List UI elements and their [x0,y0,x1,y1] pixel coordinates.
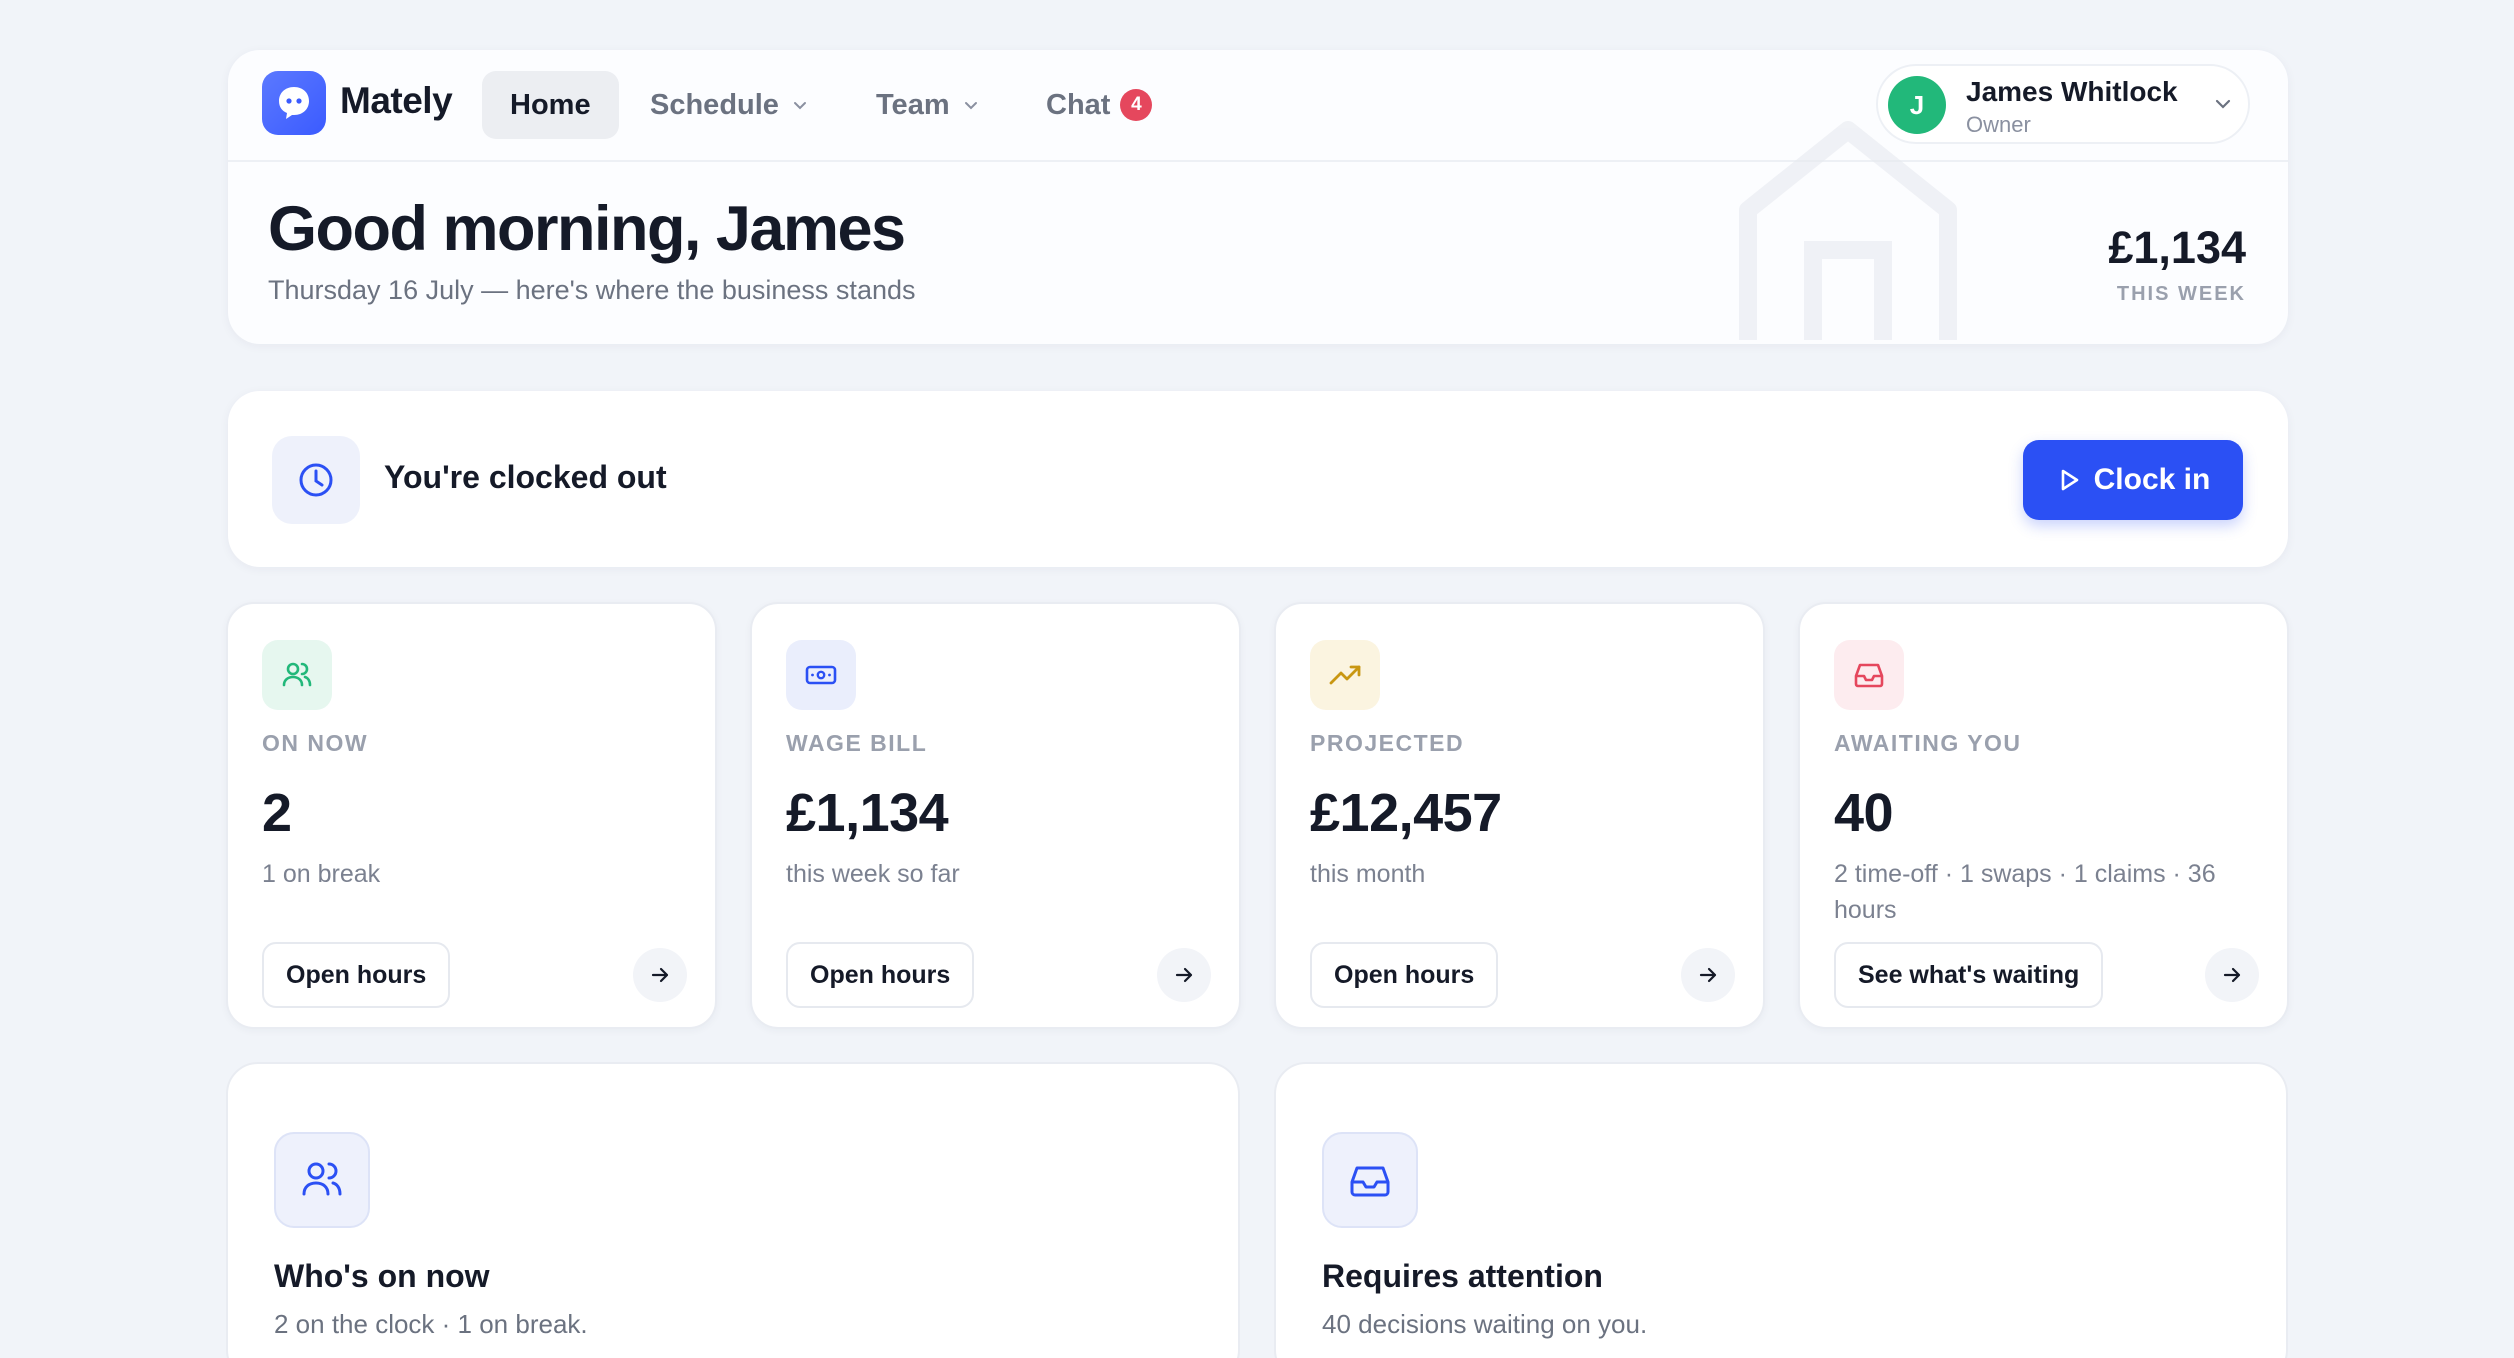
chevron-down-icon [964,102,977,110]
clock-in-button[interactable]: Clock in [2023,440,2243,520]
clock-in-label: Clock in [2093,463,2211,496]
open-hours-button[interactable]: Open hours [786,942,975,1008]
stat-card-wage-bill: WAGE BILL £1,134 this week so far Open h… [750,602,1241,1029]
nav-home-label: Home [510,88,591,121]
users-icon [262,640,332,710]
chevron-down-icon [793,102,806,110]
header-card: Mately Home Schedule Team Chat 4 J James… [228,50,2288,344]
stat-label: PROJECTED [1310,730,1465,756]
chevron-down-icon [2215,99,2231,109]
stat-card-on-now: ON NOW 2 1 on break Open hours [226,602,717,1029]
stat-subtext: this week so far [786,860,960,888]
panel-title: Who's on now [274,1258,490,1294]
nav-chat-label: Chat [1046,88,1111,121]
mately-logo-icon[interactable] [262,71,326,135]
arrow-right-icon[interactable] [1681,948,1735,1002]
nav-team-label: Team [876,88,950,121]
arrow-right-icon[interactable] [633,948,687,1002]
stat-label: WAGE BILL [786,730,928,756]
chat-unread-badge: 4 [1120,89,1153,121]
stat-value: £12,457 [1310,783,1502,843]
panel-subtitle: 40 decisions waiting on you. [1322,1309,1648,1339]
whos-on-now-panel: Who's on now 2 on the clock · 1 on break… [226,1062,1240,1358]
requires-attention-panel: Requires attention 40 decisions waiting … [1274,1062,2288,1358]
user-name: James Whitlock [1966,76,2178,107]
page-title: Good morning, James [268,194,906,264]
open-hours-button[interactable]: Open hours [1310,942,1499,1008]
stat-subtext: 2 time-off · 1 swaps · 1 claims · 36 hou… [1834,860,2216,924]
stat-subtext: 1 on break [262,860,381,888]
trending-up-icon [1310,640,1380,710]
play-icon [2061,469,2078,491]
inbox-icon [1322,1132,1418,1228]
cash-icon [786,640,856,710]
stat-label: AWAITING YOU [1834,730,2022,756]
brand-name: Mately [340,80,453,121]
stat-label: ON NOW [262,730,369,756]
nav-schedule[interactable]: Schedule [650,71,809,139]
arrow-right-icon[interactable] [2205,948,2259,1002]
nav-chat[interactable]: Chat 4 [1046,71,1153,139]
stat-value: £1,134 [786,783,949,843]
nav-home[interactable]: Home [482,71,619,139]
week-total-amount: £1,134 [2108,222,2246,273]
see-whats-waiting-button[interactable]: See what's waiting [1834,942,2104,1008]
page: Mately Home Schedule Team Chat 4 J James… [0,0,2514,1358]
stat-value: 40 [1834,783,1894,843]
clock-status-card: You're clocked out Clock in [228,391,2288,567]
page-subtitle: Thursday 16 July — here's where the busi… [268,275,916,305]
open-hours-button[interactable]: Open hours [262,942,451,1008]
stat-subtext: this month [1310,860,1426,888]
panel-title: Requires attention [1322,1258,1603,1294]
clock-icon [272,436,360,524]
clock-status-text: You're clocked out [384,459,667,495]
stat-value: 2 [262,783,292,843]
users-icon [274,1132,370,1228]
arrow-right-icon[interactable] [1157,948,1211,1002]
stat-card-awaiting: AWAITING YOU 40 2 time-off · 1 swaps · 1… [1798,602,2289,1029]
house-watermark-icon [1739,121,1957,340]
nav-team[interactable]: Team [876,71,980,139]
stat-card-projected: PROJECTED £12,457 this month Open hours [1274,602,1765,1029]
inbox-icon [1834,640,1904,710]
nav-schedule-label: Schedule [650,88,779,121]
panel-subtitle: 2 on the clock · 1 on break. [274,1309,588,1339]
week-total-label: THIS WEEK [2116,283,2246,305]
